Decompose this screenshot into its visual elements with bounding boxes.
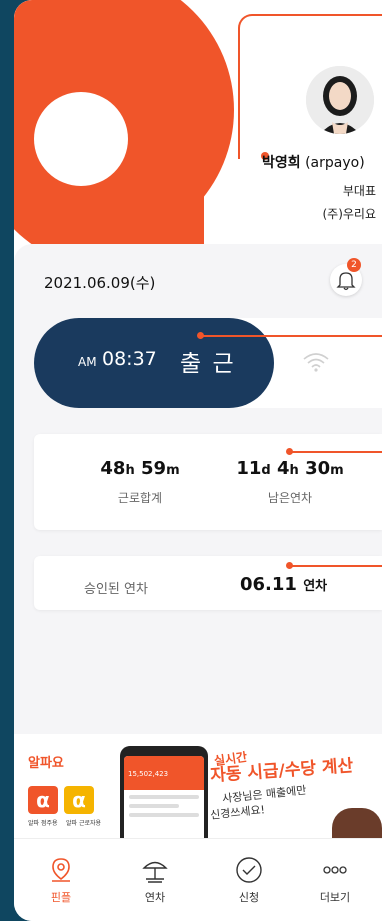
guide-line-punch — [202, 335, 382, 337]
beach-umbrella-icon — [142, 861, 168, 883]
bottom-tab-bar: 핀플 연차 신청 더보기 — [14, 838, 382, 921]
profile-role: 부대표 — [342, 184, 376, 198]
tab-more-label: 더보기 — [319, 891, 351, 904]
stat-remaining-leave-value: 11d 4h 30m — [236, 458, 344, 479]
owner-app-caption: 알파 점주용 — [28, 820, 58, 827]
punch-ampm: AM — [78, 355, 97, 369]
profile-header: 박영희 (arpayo) 부대표 (주)우리요 — [14, 0, 382, 270]
approved-leave-value: 06.11 연차 — [240, 574, 328, 595]
work-stats-card: 48h 59m 근로합계 11d 4h 30m 남은연차 — [34, 434, 382, 530]
guide-line-approved — [291, 565, 382, 567]
current-date: 2021.06.09(수) — [44, 274, 156, 292]
worker-app-caption: 알파 근로자용 — [66, 820, 102, 827]
more-dots-icon — [323, 866, 347, 874]
notification-badge: 2 — [347, 258, 361, 272]
map-pin-icon — [52, 858, 70, 882]
stat-remaining-leave-label: 남은연차 — [267, 491, 313, 505]
banner-subtext-2: 신경쓰세요! — [209, 803, 266, 822]
tab-request-label: 신청 — [238, 891, 260, 904]
punch-status: 출 근 — [180, 351, 236, 377]
banner-phone-screen: 15,502,423 — [124, 756, 204, 838]
owner-app-icon: α — [28, 786, 58, 814]
banner-phone-line — [129, 804, 179, 808]
wifi-icon — [303, 353, 329, 372]
tab-request[interactable]: 신청 — [214, 855, 284, 905]
punch-in-button[interactable]: AM 08:37 출 근 — [34, 318, 274, 408]
banner-phone-line — [129, 795, 199, 799]
worker-app-icon: α — [64, 786, 94, 814]
check-circle-icon — [236, 857, 262, 883]
approved-leave-label: 승인된 연차 — [84, 582, 148, 597]
app-screen: 박영희 (arpayo) 부대표 (주)우리요 2021.06.09(수) 2 … — [14, 0, 382, 921]
tab-leave[interactable]: 연차 — [120, 855, 190, 905]
stat-total-work-value: 48h 59m — [100, 458, 180, 479]
brand-shape-hole — [34, 92, 128, 186]
promo-banner[interactable]: 알파요 α α 알파 점주용 알파 근로자용 15,502,423 실시간 자동… — [14, 738, 382, 838]
profile-company: (주)우리요 — [322, 207, 376, 221]
avatar-image — [306, 66, 374, 134]
stat-remaining-leave[interactable]: 11d 4h 30m 남은연차 — [220, 458, 360, 506]
profile-name-text: 박영희 — [262, 155, 301, 171]
avatar[interactable] — [306, 66, 374, 134]
guide-line-stats — [291, 451, 382, 453]
profile-name: 박영희 (arpayo) — [262, 152, 365, 172]
punch-time: 08:37 — [102, 348, 157, 370]
stat-total-work-label: 근로합계 — [117, 491, 163, 505]
banner-phone: 15,502,423 — [120, 746, 208, 838]
banner-logo: 알파요 — [28, 756, 64, 771]
tab-pinple[interactable]: 핀플 — [26, 855, 96, 905]
tab-pinple-label: 핀플 — [50, 891, 72, 904]
banner-characters — [332, 808, 382, 838]
stat-total-work: 48h 59m 근로합계 — [70, 458, 210, 506]
profile-username: (arpayo) — [305, 155, 365, 171]
banner-phone-line — [129, 813, 199, 817]
banner-phone-amount: 15,502,423 — [124, 756, 204, 790]
tab-leave-label: 연차 — [144, 891, 166, 904]
tab-more[interactable]: 더보기 — [300, 855, 370, 905]
